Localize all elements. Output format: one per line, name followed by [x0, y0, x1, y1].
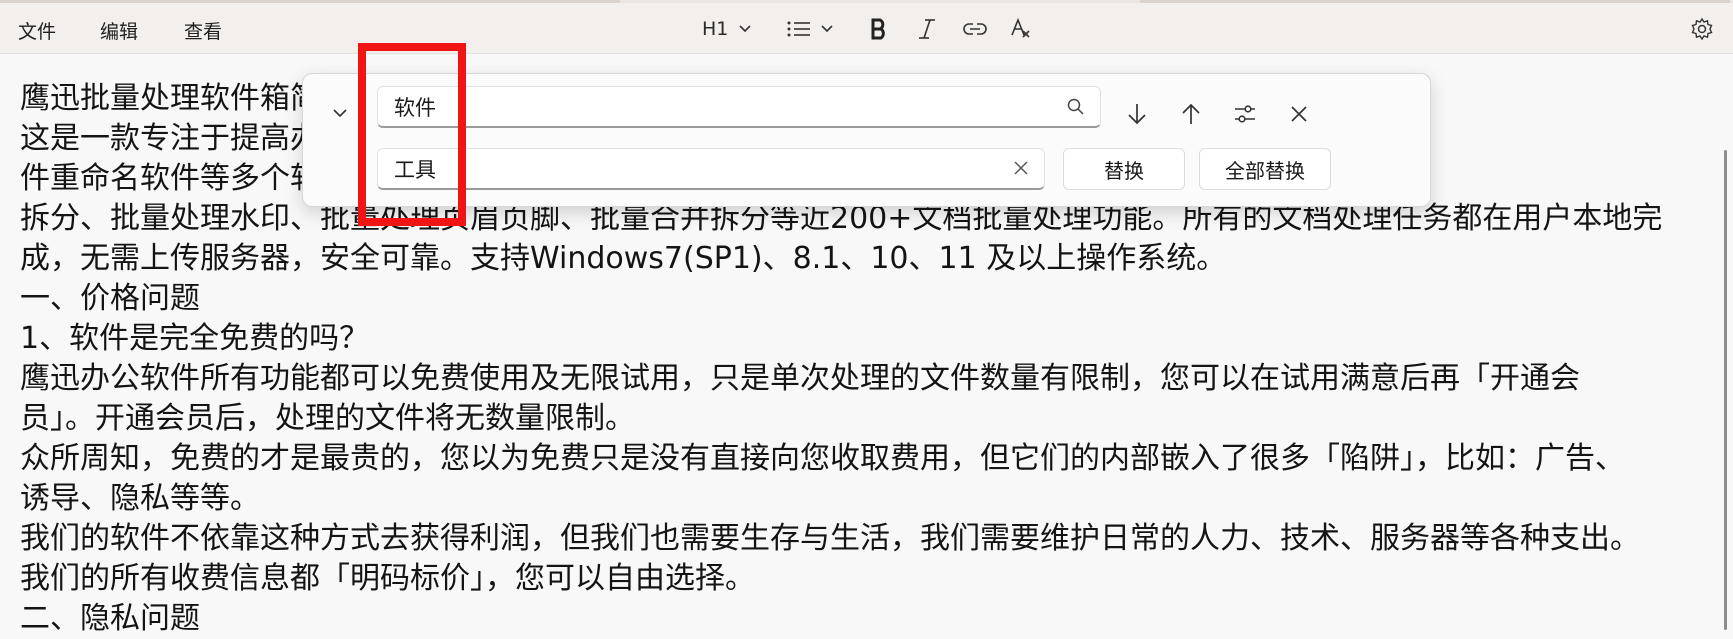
menu-edit[interactable]: 编辑 [100, 17, 138, 44]
doc-line: 一、价格问题 [20, 281, 200, 316]
doc-line: 诱导、隐私等等。 [20, 481, 260, 516]
doc-line: 成，无需上传服务器，安全可靠。支持Windows7(SP1)、8.1、10、11… [20, 241, 1227, 276]
list-icon [787, 21, 810, 37]
search-icon[interactable] [1066, 97, 1086, 121]
heading-label: H1 [702, 18, 729, 40]
arrow-down-icon [1128, 104, 1146, 125]
doc-line: 我们的所有收费信息都「明码标价」，您可以自由选择。 [20, 561, 755, 596]
doc-line: 众所周知，免费的才是最贵的，您以为免费只是没有直接向您收取费用，但它们的内部嵌入… [20, 441, 1625, 476]
clear-format-button[interactable] [1010, 15, 1036, 43]
find-options-button[interactable] [1227, 96, 1263, 132]
previous-match-button[interactable] [1173, 96, 1209, 132]
vertical-scrollbar[interactable] [1724, 150, 1727, 630]
close-find-button[interactable] [1281, 96, 1317, 132]
doc-line: 我们的软件不依靠这种方式去获得利润，但我们也需要生存与生活，我们需要维护日常的人… [20, 521, 1640, 556]
clear-icon[interactable] [1012, 159, 1030, 181]
replace-field[interactable] [377, 148, 1045, 190]
replace-input[interactable] [392, 149, 1002, 189]
link-icon [963, 23, 987, 35]
replace-button[interactable]: 替换 [1063, 148, 1185, 190]
bold-icon [871, 18, 885, 40]
bold-button[interactable] [868, 15, 890, 43]
doc-line: 1、软件是完全免费的吗？ [20, 321, 370, 356]
menu-file[interactable]: 文件 [18, 17, 56, 44]
menu-bar: 文件 编辑 查看 H1 [0, 3, 1733, 54]
link-button[interactable] [962, 15, 988, 43]
annotation-highlight-box [358, 43, 466, 226]
arrow-up-icon [1182, 103, 1200, 124]
options-icon [1235, 105, 1255, 123]
find-input[interactable] [392, 87, 1058, 127]
toggle-replace-button[interactable] [325, 98, 355, 128]
chevron-down-icon [333, 109, 347, 118]
find-field[interactable] [377, 86, 1101, 128]
settings-icon [1691, 17, 1713, 41]
settings-button[interactable] [1690, 15, 1714, 43]
chevron-down-icon [739, 25, 751, 33]
heading-dropdown[interactable]: H1 [702, 15, 756, 43]
next-match-button[interactable] [1119, 96, 1155, 132]
doc-line: 员」。开通会员后，处理的文件将无数量限制。 [20, 401, 635, 436]
replace-all-button[interactable]: 全部替换 [1199, 148, 1331, 190]
list-dropdown[interactable] [786, 15, 838, 43]
find-replace-panel: 替换 全部替换 [302, 73, 1431, 207]
doc-line: 二、隐私问题 [20, 601, 200, 636]
chevron-down-icon [821, 25, 833, 33]
close-icon [1291, 106, 1307, 122]
italic-button[interactable] [916, 15, 938, 43]
menu-view[interactable]: 查看 [184, 17, 222, 44]
italic-icon [919, 19, 935, 39]
clear-format-icon [1011, 17, 1030, 38]
doc-line: 鹰迅办公软件所有功能都可以免费使用及无限试用，只是单次处理的文件数量有限制，您可… [20, 361, 1580, 396]
